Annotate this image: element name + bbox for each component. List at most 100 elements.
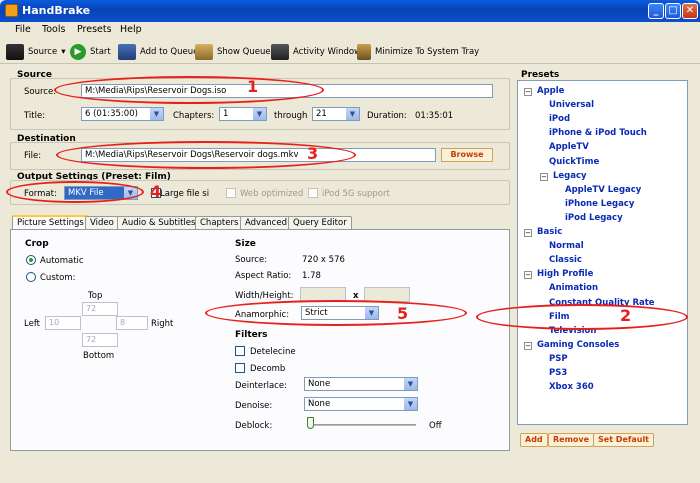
detelecine-checkbox[interactable] <box>235 346 245 356</box>
maximize-button[interactable]: □ <box>665 3 681 19</box>
preset-item[interactable]: iPod Legacy <box>565 213 623 223</box>
duration-value: 01:35:01 <box>415 111 454 121</box>
crop-automatic-radio[interactable] <box>26 255 36 265</box>
tab-picture-settings[interactable]: Picture Settings <box>12 215 89 230</box>
chevron-down-icon: ▼ <box>404 398 417 410</box>
aspect-ratio-value: 1.78 <box>302 271 321 281</box>
preset-item[interactable]: iPhone & iPod Touch <box>549 128 647 138</box>
annotation-ellipse-anamorphic <box>205 300 467 326</box>
preset-item[interactable]: iPod <box>549 114 570 124</box>
tree-expander-icon[interactable]: − <box>524 341 532 350</box>
annotation-number-5: 5 <box>397 304 409 323</box>
denoise-select[interactable]: None ▼ <box>304 397 418 411</box>
preset-item[interactable]: AppleTV <box>549 142 589 152</box>
menu-file[interactable]: File <box>15 24 31 35</box>
decomb-label: Decomb <box>250 364 286 374</box>
large-file-label: Large file si <box>160 189 210 199</box>
crop-heading: Crop <box>25 239 49 249</box>
crop-right-spinner[interactable]: 8 <box>116 316 148 330</box>
tab-advanced[interactable]: Advanced <box>240 216 292 230</box>
add-preset-button[interactable]: Add <box>520 433 548 447</box>
set-default-button[interactable]: Set Default <box>593 433 655 447</box>
preset-item[interactable]: Classic <box>549 255 582 265</box>
tree-expander-icon[interactable]: − <box>540 172 548 181</box>
add-to-queue-button[interactable]: Add to Queue <box>118 43 198 61</box>
chevron-down-icon: ▼ <box>150 108 163 120</box>
chevron-down-icon: ▼ <box>253 108 266 120</box>
tab-video[interactable]: Video <box>85 216 119 230</box>
size-heading: Size <box>235 239 256 249</box>
dropdown-arrow-icon: ▾ <box>61 47 66 57</box>
remove-preset-button[interactable]: Remove <box>548 433 595 447</box>
deblock-slider-track[interactable] <box>308 424 416 426</box>
web-optimized-checkbox[interactable] <box>226 188 236 198</box>
crop-right-label: Right <box>151 319 174 329</box>
crop-bottom-label: Bottom <box>83 351 115 361</box>
preset-group[interactable]: Basic <box>537 227 562 237</box>
chevron-down-icon: ▼ <box>346 108 359 120</box>
tray-icon <box>357 44 371 60</box>
chapters-from-select[interactable]: 1 ▼ <box>219 107 267 121</box>
chapters-to-select[interactable]: 21 ▼ <box>312 107 360 121</box>
crop-left-spinner[interactable]: 10 <box>45 316 81 330</box>
preset-item[interactable]: iPhone Legacy <box>565 199 634 209</box>
minimize-tray-button[interactable]: Minimize To System Tray <box>357 43 479 61</box>
web-optimized-label: Web optimized <box>240 189 304 199</box>
title-bar[interactable]: HandBrake _ □ ✕ <box>0 0 700 22</box>
tree-expander-icon[interactable]: − <box>524 229 532 237</box>
activity-window-button[interactable]: Activity Window <box>271 43 361 61</box>
deblock-slider-thumb[interactable] <box>307 417 314 429</box>
menu-help[interactable]: Help <box>120 24 142 35</box>
tree-expander-icon[interactable]: − <box>524 271 532 280</box>
browse-button[interactable]: Browse <box>441 148 493 162</box>
toolbar: Source ▾ ▶ Start Add to Queue Show Queue … <box>0 38 700 64</box>
show-queue-button[interactable]: Show Queue <box>195 43 271 61</box>
deinterlace-label: Deinterlace: <box>235 381 287 391</box>
file-label: File: <box>24 151 42 161</box>
preset-item[interactable]: PSP <box>549 354 568 364</box>
denoise-label: Denoise: <box>235 401 273 411</box>
menu-presets[interactable]: Presets <box>77 24 112 35</box>
tab-chapters[interactable]: Chapters <box>195 216 244 230</box>
radio-selected-dot <box>29 258 33 262</box>
annotation-number-1: 1 <box>247 77 259 96</box>
preset-group[interactable]: High Profile <box>537 269 593 279</box>
preset-item[interactable]: Animation <box>549 283 598 293</box>
add-queue-icon <box>118 44 136 60</box>
clapperboard-icon <box>6 44 24 60</box>
preset-group[interactable]: Apple <box>537 86 564 96</box>
presets-heading: Presets <box>521 70 560 80</box>
crop-top-spinner[interactable]: 72 <box>82 302 118 316</box>
preset-group[interactable]: Legacy <box>553 171 587 181</box>
tab-audio-subtitles[interactable]: Audio & Subtitles <box>117 216 201 230</box>
close-button[interactable]: ✕ <box>682 3 698 19</box>
preset-group[interactable]: Gaming Consoles <box>537 340 619 350</box>
source-label: Source: <box>24 87 57 97</box>
preset-item[interactable]: Universal <box>549 100 594 110</box>
menu-tools[interactable]: Tools <box>42 24 65 35</box>
minimize-button[interactable]: _ <box>648 3 664 19</box>
duration-label: Duration: <box>367 111 407 121</box>
preset-item[interactable]: Normal <box>549 241 584 251</box>
deinterlace-select[interactable]: None ▼ <box>304 377 418 391</box>
source-button[interactable]: Source ▾ <box>6 43 65 61</box>
preset-item[interactable]: QuickTime <box>549 157 599 167</box>
preset-item[interactable]: PS3 <box>549 368 567 378</box>
crop-custom-radio[interactable] <box>26 272 36 282</box>
preset-item[interactable]: AppleTV Legacy <box>565 185 641 195</box>
queue-icon <box>195 44 213 60</box>
crop-bottom-spinner[interactable]: 72 <box>82 333 118 347</box>
terminal-icon <box>271 44 289 60</box>
crop-automatic-label: Automatic <box>40 256 84 266</box>
deblock-value: Off <box>429 421 442 431</box>
preset-item[interactable]: Xbox 360 <box>549 382 594 392</box>
ipod-support-checkbox[interactable] <box>308 188 318 198</box>
decomb-checkbox[interactable] <box>235 363 245 373</box>
through-label: through <box>274 111 308 121</box>
title-label: Title: <box>24 111 46 121</box>
start-button[interactable]: ▶ Start <box>70 43 111 61</box>
crop-top-label: Top <box>88 291 103 301</box>
tab-query-editor[interactable]: Query Editor <box>288 216 352 230</box>
tree-expander-icon[interactable]: − <box>524 88 532 96</box>
title-select[interactable]: 6 (01:35:00) ▼ <box>81 107 164 121</box>
